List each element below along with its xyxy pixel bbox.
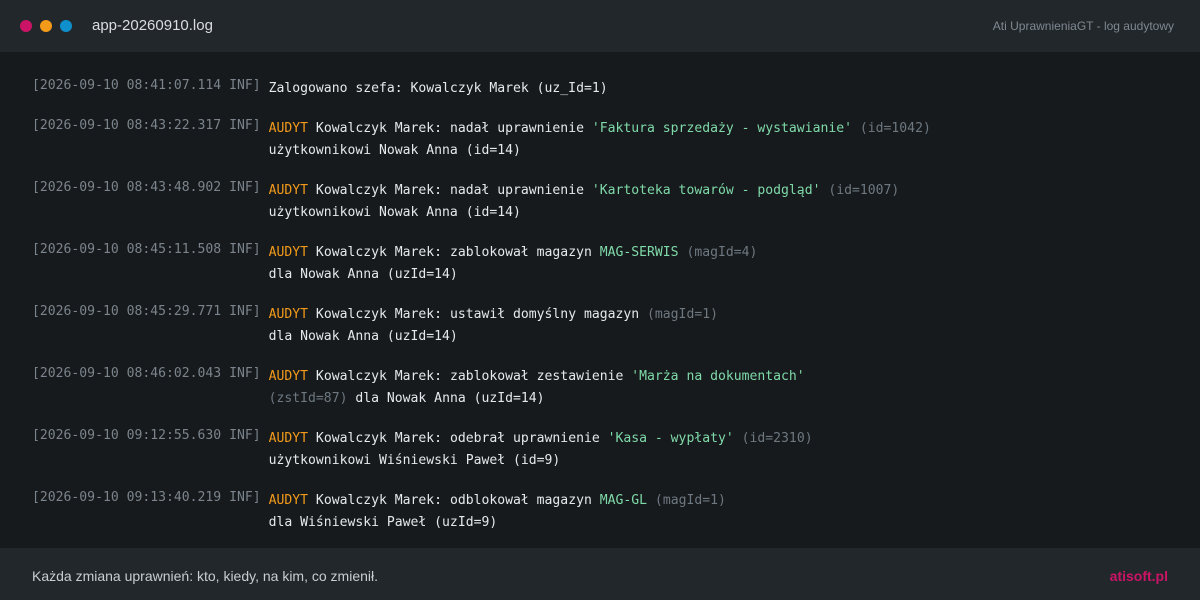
log-segment-msg: Kowalczyk Marek: zablokował zestawienie [308,369,632,384]
log-entry: [2026-09-10 08:45:29.771 INF] AUDYT Kowal… [32,304,1182,348]
log-segment-meta: (magId=1) [647,493,726,508]
log-segment-quoted: 'Faktura sprzedaży - wystawianie' [591,121,852,136]
log-entry: [2026-09-10 09:13:40.219 INF] AUDYT Kowal… [32,490,1182,534]
log-segment-msg: dla Nowak Anna (uzId=14) [347,391,545,406]
audit-tag: AUDYT [268,307,309,322]
log-segment-msg: użytkownikowi Nowak Anna (id=14) [268,143,521,158]
log-segment-msg: użytkownikowi Nowak Anna (id=14) [268,205,521,220]
log-timestamp: [2026-09-10 08:43:22.317 INF] [32,118,261,133]
log-segment-msg: Kowalczyk Marek: nadał uprawnienie [308,183,592,198]
log-timestamp: [2026-09-10 08:45:11.508 INF] [32,242,261,257]
log-timestamp: [2026-09-10 08:46:02.043 INF] [32,366,261,381]
log-message: AUDYT Kowalczyk Marek: ustawił domyślny … [269,304,718,348]
log-line: użytkownikowi Nowak Anna (id=14) [269,140,931,162]
log-timestamp: [2026-09-10 09:13:40.219 INF] [32,490,261,505]
log-segment-meta: (id=1007) [820,183,900,198]
log-line: AUDYT Kowalczyk Marek: nadał uprawnienie… [269,118,931,140]
log-line: użytkownikowi Wiśniewski Paweł (id=9) [269,450,813,472]
audit-tag: AUDYT [268,369,309,384]
log-segment-msg: Kowalczyk Marek: ustawił domyślny magazy… [308,307,640,322]
log-line: Zalogowano szefa: Kowalczyk Marek (uz_Id… [269,78,608,100]
log-segment-msg: Zalogowano szefa: Kowalczyk Marek (uz_Id… [268,81,608,96]
log-segment-msg: dla Nowak Anna (uzId=14) [268,329,458,344]
log-entry: [2026-09-10 08:43:22.317 INF] AUDYT Kowal… [32,118,1182,162]
log-segment-code: MAG-SERWIS [599,245,679,260]
log-segment-msg: Kowalczyk Marek: zablokował magazyn [308,245,600,260]
audit-tag: AUDYT [268,493,309,508]
log-entry: [2026-09-10 08:46:02.043 INF] AUDYT Kowal… [32,366,1182,410]
log-entry: [2026-09-10 09:12:55.630 INF] AUDYT Kowal… [32,428,1182,472]
log-segment-code: MAG-GL [599,493,648,508]
log-segment-meta: (zstId=87) [268,391,348,406]
log-line: AUDYT Kowalczyk Marek: nadał uprawnienie… [269,180,900,202]
log-message: Zalogowano szefa: Kowalczyk Marek (uz_Id… [269,78,608,100]
log-message: AUDYT Kowalczyk Marek: nadał uprawnienie… [269,118,931,162]
log-timestamp: [2026-09-10 08:45:29.771 INF] [32,304,261,319]
footer-tagline: Każda zmiana uprawnień: kto, kiedy, na k… [32,568,379,584]
log-filename: app-20260910.log [92,17,213,34]
audit-tag: AUDYT [268,183,309,198]
audit-tag: AUDYT [268,245,309,260]
log-segment-meta: (magId=1) [639,307,718,322]
log-segment-meta: (id=2310) [733,431,813,446]
title-bar: app-20260910.log Ati UprawnieniaGT - log… [0,0,1200,52]
log-entry: [2026-09-10 08:45:11.508 INF] AUDYT Kowal… [32,242,1182,286]
log-message: AUDYT Kowalczyk Marek: nadał uprawnienie… [269,180,900,224]
log-line: dla Wiśniewski Paweł (uzId=9) [269,512,726,534]
maximize-dot[interactable] [60,20,72,32]
log-line: AUDYT Kowalczyk Marek: zablokował magazy… [269,242,758,264]
log-timestamp: [2026-09-10 08:43:48.902 INF] [32,180,261,195]
log-line: dla Nowak Anna (uzId=14) [269,326,718,348]
log-line: dla Nowak Anna (uzId=14) [269,264,758,286]
log-segment-msg: dla Wiśniewski Paweł (uzId=9) [268,515,498,530]
log-segment-meta: (id=1042) [852,121,931,136]
log-segment-msg: Kowalczyk Marek: odebrał uprawnienie [308,431,608,446]
log-entry: [2026-09-10 08:41:07.114 INF] Zalogowano … [32,78,1182,100]
log-line: (zstId=87) dla Nowak Anna (uzId=14) [269,388,805,410]
log-line: AUDYT Kowalczyk Marek: zablokował zestaw… [269,366,805,388]
log-message: AUDYT Kowalczyk Marek: zablokował zestaw… [269,366,805,410]
log-timestamp: [2026-09-10 08:41:07.114 INF] [32,78,261,93]
log-segment-msg: użytkownikowi Wiśniewski Paweł (id=9) [268,453,561,468]
minimize-dot[interactable] [40,20,52,32]
log-segment-msg: Kowalczyk Marek: nadał uprawnienie [308,121,592,136]
brand-link[interactable]: atisoft.pl [1110,568,1168,584]
log-segment-quoted: 'Kartoteka towarów - podgląd' [591,183,821,198]
log-message: AUDYT Kowalczyk Marek: odblokował magazy… [269,490,726,534]
log-line: użytkownikowi Nowak Anna (id=14) [269,202,900,224]
log-segment-msg: Kowalczyk Marek: odblokował magazyn [308,493,600,508]
footer-bar: Każda zmiana uprawnień: kto, kiedy, na k… [0,548,1200,600]
log-line: AUDYT Kowalczyk Marek: odebrał uprawnien… [269,428,813,450]
log-view[interactable]: [2026-09-10 08:41:07.114 INF] Zalogowano … [32,78,1182,552]
log-segment-meta: (magId=4) [678,245,758,260]
audit-tag: AUDYT [268,431,309,446]
log-timestamp: [2026-09-10 09:12:55.630 INF] [32,428,261,443]
log-line: AUDYT Kowalczyk Marek: ustawił domyślny … [269,304,718,326]
log-message: AUDYT Kowalczyk Marek: zablokował magazy… [269,242,758,286]
log-entry: [2026-09-10 08:43:48.902 INF] AUDYT Kowal… [32,180,1182,224]
log-line: AUDYT Kowalczyk Marek: odblokował magazy… [269,490,726,512]
log-segment-msg: dla Nowak Anna (uzId=14) [268,267,458,282]
app-title: Ati UprawnieniaGT - log audytowy [992,19,1174,33]
close-dot[interactable] [20,20,32,32]
log-segment-quoted: 'Marża na dokumentach' [631,369,805,384]
log-message: AUDYT Kowalczyk Marek: odebrał uprawnien… [269,428,813,472]
log-segment-quoted: 'Kasa - wypłaty' [607,431,734,446]
audit-tag: AUDYT [268,121,309,136]
